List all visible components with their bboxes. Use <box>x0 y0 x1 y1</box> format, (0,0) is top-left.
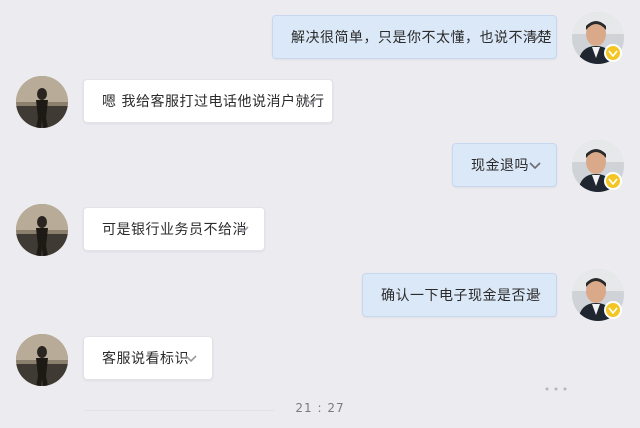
verified-badge-icon <box>604 172 622 190</box>
chevron-down-icon[interactable] <box>304 94 318 108</box>
message-text: 确认一下电子现金是否退 <box>381 288 541 304</box>
message-text: 可是银行业务员不给消 <box>102 222 247 238</box>
message-bubble-incoming[interactable]: 客服说看标识 <box>83 336 213 380</box>
message-text: 现金退吗 <box>471 158 529 174</box>
chevron-down-icon[interactable] <box>184 351 198 365</box>
message-bubble-outgoing[interactable]: 现金退吗 <box>452 143 557 187</box>
message-text: 解决很简单，只是你不太懂，也说不清楚 <box>291 30 552 46</box>
chevron-down-icon[interactable] <box>528 158 542 172</box>
verified-badge-icon <box>604 44 622 62</box>
chat-screen: 解决很简单，只是你不太懂，也说不清楚 嗯 我给客服打过电话他说消户就行 现金退吗… <box>0 0 640 428</box>
message-bubble-incoming[interactable]: 嗯 我给客服打过电话他说消户就行 <box>83 79 333 123</box>
chevron-down-icon[interactable] <box>528 30 542 44</box>
message-text: 嗯 我给客服打过电话他说消户就行 <box>102 94 325 110</box>
message-bubble-incoming[interactable]: 可是银行业务员不给消 <box>83 207 265 251</box>
typing-dots-icon <box>545 387 567 391</box>
message-text: 客服说看标识 <box>102 351 189 367</box>
avatar-contact[interactable] <box>16 76 68 128</box>
verified-badge-icon <box>604 301 622 319</box>
message-bubble-outgoing[interactable]: 确认一下电子现金是否退 <box>362 273 557 317</box>
chevron-down-icon[interactable] <box>236 222 250 236</box>
chevron-down-icon[interactable] <box>528 288 542 302</box>
timestamp: 21 : 27 <box>295 401 345 415</box>
avatar-contact[interactable] <box>16 334 68 386</box>
avatar-contact[interactable] <box>16 204 68 256</box>
message-bubble-outgoing[interactable]: 解决很简单，只是你不太懂，也说不清楚 <box>272 15 557 59</box>
